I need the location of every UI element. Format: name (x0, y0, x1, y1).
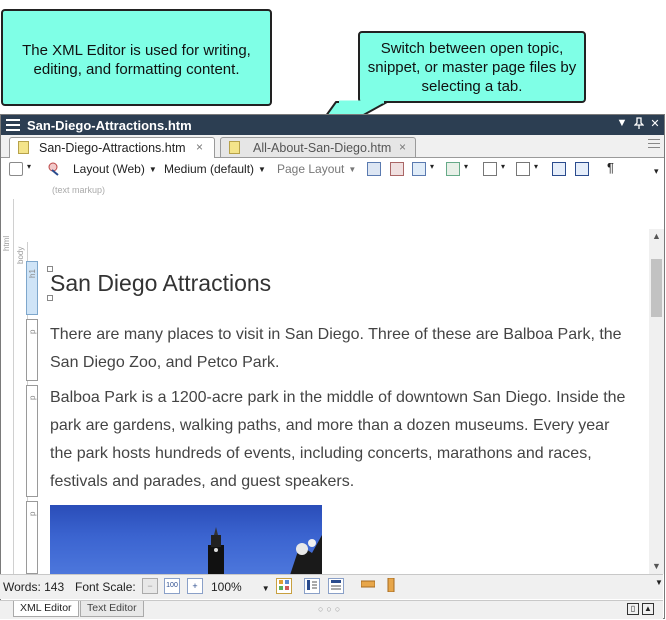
status-scroll-down-icon[interactable]: ▼ (655, 578, 663, 587)
p-structure-tag[interactable]: p (26, 501, 38, 574)
status-bar: Words: 143 Font Scale: − 100 + 100% ▼ ▼ (0, 574, 663, 599)
resize-grip-icon[interactable]: ○○○ (318, 604, 343, 614)
structure-bar-left-icon[interactable] (304, 578, 320, 594)
p-structure-tag[interactable]: p (26, 385, 38, 497)
show-markers-icon[interactable]: ¶ (607, 160, 614, 176)
window-title: San-Diego-Attractions.htm (27, 118, 192, 133)
variable-dropdown-icon[interactable]: ▾ (501, 162, 505, 178)
font-scale-increase-button[interactable]: + (187, 578, 203, 594)
ruler-horizontal-icon[interactable] (360, 578, 376, 594)
tab-close-icon[interactable]: × (399, 140, 406, 154)
callout-editor-note: The XML Editor is used for writing, edit… (1, 9, 272, 106)
font-scale-decrease-button[interactable]: − (142, 578, 158, 594)
insert-table-icon[interactable] (446, 162, 460, 176)
zoom-value: 100% (211, 580, 242, 594)
structure-bar-top-icon[interactable] (328, 578, 344, 594)
tab-san-diego-attractions[interactable]: San-Diego-Attractions.htm × (9, 137, 215, 158)
split-view-icon[interactable]: ▯ (627, 603, 639, 615)
zoom-select[interactable]: 100% ▼ (211, 580, 270, 594)
preview-icon[interactable] (9, 162, 23, 176)
tab-label: All-About-San-Diego.htm (253, 141, 392, 155)
layout-dropdown[interactable]: Layout (Web) ▼ (73, 162, 157, 178)
document-paragraph[interactable]: There are many places to visit in San Di… (50, 321, 630, 377)
body-tag-label: body (16, 246, 25, 264)
tab-text-editor[interactable]: Text Editor (80, 601, 144, 617)
editor-toolbar: ▾ Layout (Web) ▼ Medium (default) ▼ Page L… (1, 158, 664, 182)
p-structure-tag[interactable]: p (26, 319, 38, 381)
insert-image-icon[interactable] (412, 162, 426, 176)
toolbar-overflow-icon[interactable]: ▾ (654, 166, 659, 182)
medium-dropdown[interactable]: Medium (default) ▼ (164, 162, 266, 178)
ruler-vertical-icon[interactable] (383, 577, 399, 594)
topic-file-icon (229, 141, 240, 154)
p-tag-label: p (28, 511, 37, 516)
html-tag-label: html (2, 235, 11, 251)
font-scale-label: Font Scale: (75, 580, 136, 594)
show-blocks-icon[interactable] (276, 578, 292, 594)
close-icon[interactable]: ✕ (647, 117, 663, 130)
collapse-panel-icon[interactable]: ▲ (642, 603, 654, 615)
tab-label: San-Diego-Attractions.htm (39, 141, 186, 155)
document-image[interactable] (50, 505, 322, 575)
vertical-scrollbar[interactable]: ▲ ▼ (649, 229, 664, 574)
landmark-photo (208, 527, 322, 575)
insert-variable-icon[interactable] (483, 162, 497, 176)
p-tag-label: p (28, 329, 37, 334)
window-title-bar: San-Diego-Attractions.htm ▼ ✕ (1, 115, 664, 135)
preview-dropdown-icon[interactable]: ▾ (27, 162, 31, 178)
page-layout-dropdown[interactable]: Page Layout ▼ (277, 162, 356, 178)
document-paragraph[interactable]: Balboa Park is a 1200-acre park in the m… (50, 384, 630, 496)
scroll-down-icon[interactable]: ▼ (649, 559, 664, 574)
layout-label: Layout (Web) (73, 162, 145, 176)
page-layout-label: Page Layout (277, 162, 345, 176)
insert-link-icon[interactable] (367, 162, 381, 176)
font-scale-reset-button[interactable]: 100 (164, 578, 180, 594)
editor-mode-tabs: XML Editor Text Editor ○○○ ▯ ▲ (0, 600, 663, 619)
scroll-up-icon[interactable]: ▲ (649, 229, 664, 244)
medium-label: Medium (default) (164, 162, 255, 176)
document-heading[interactable]: San Diego Attractions (50, 270, 271, 297)
tab-xml-editor[interactable]: XML Editor (13, 601, 79, 617)
window-dropdown-icon[interactable]: ▼ (614, 117, 630, 129)
callout-tabs-note: Switch between open topic, snippet, or m… (358, 31, 586, 103)
table-dropdown-icon[interactable]: ▾ (464, 162, 468, 178)
word-count: Words: 143 (3, 580, 65, 594)
topic-file-icon (18, 141, 29, 154)
track-changes-icon[interactable] (48, 162, 62, 176)
image-dropdown-icon[interactable]: ▾ (430, 162, 434, 178)
index-marker-icon[interactable] (552, 162, 566, 176)
p-tag-label: p (28, 395, 37, 400)
scroll-thumb[interactable] (651, 259, 662, 317)
h1-structure-tag[interactable]: h1 (26, 261, 38, 315)
tab-all-about-san-diego[interactable]: All-About-San-Diego.htm × (220, 137, 416, 157)
format-dropdown-icon[interactable]: ▾ (534, 162, 538, 178)
window-menu-icon[interactable] (6, 119, 20, 131)
text-format-icon[interactable] (516, 162, 530, 176)
tab-list-icon[interactable] (648, 139, 660, 151)
text-markup-label: (text markup) (52, 185, 106, 195)
file-tab-strip: San-Diego-Attractions.htm × All-About-Sa… (1, 135, 664, 158)
pin-icon[interactable] (631, 117, 647, 132)
insert-snippet-icon[interactable] (390, 162, 404, 176)
h1-tag-label: h1 (28, 269, 37, 278)
tab-close-icon[interactable]: × (196, 140, 203, 154)
concept-marker-icon[interactable] (575, 162, 589, 176)
